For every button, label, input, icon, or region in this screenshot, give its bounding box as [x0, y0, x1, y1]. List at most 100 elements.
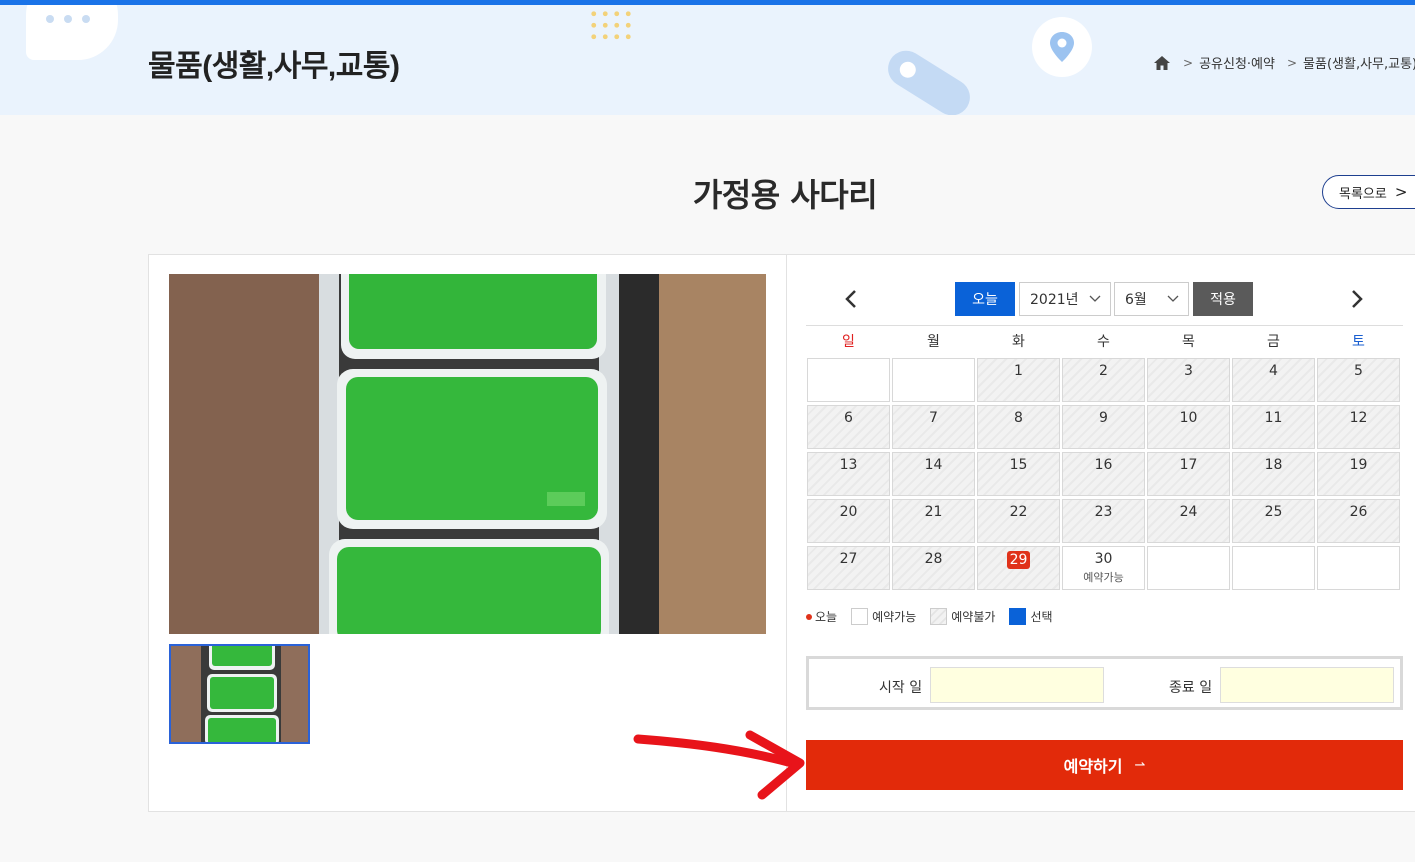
calendar-day: 17	[1147, 452, 1230, 496]
chevron-right-icon: >	[1394, 183, 1408, 201]
available-label: 예약가능	[1083, 571, 1124, 584]
today-button[interactable]: 오늘	[955, 282, 1015, 316]
calendar-empty-cell	[1317, 546, 1400, 590]
reserve-button[interactable]: 예약하기 ⇀	[806, 740, 1403, 790]
month-select-value: 6월	[1125, 292, 1147, 308]
legend-unavailable: 예약불가	[951, 610, 996, 624]
weekday-mon: 월	[927, 334, 940, 350]
year-select-value: 2021년	[1030, 292, 1079, 308]
day-number: 15	[1009, 457, 1028, 473]
date-range-box: 시작 일 종료 일	[806, 656, 1403, 710]
photo-thumbnail[interactable]	[169, 644, 310, 744]
calendar-day: 15	[977, 452, 1060, 496]
reserve-button-label: 예약하기	[1063, 757, 1123, 776]
item-title: 가정용 사다리	[692, 176, 878, 214]
day-number: 19	[1349, 457, 1368, 473]
back-to-list-button[interactable]: 목록으로 >	[1322, 175, 1415, 209]
weekday-tue: 화	[1012, 334, 1025, 350]
weekday-fri: 금	[1267, 334, 1280, 350]
day-number: 11	[1264, 410, 1283, 426]
chevron-down-icon	[1167, 295, 1179, 302]
calendar-day: 5	[1317, 358, 1400, 402]
day-number: 24	[1179, 504, 1198, 520]
chevron-down-icon	[1089, 295, 1101, 302]
calendar-empty-cell	[892, 358, 975, 402]
end-date-label: 종료 일	[1169, 680, 1213, 696]
calendar-day: 26	[1317, 499, 1400, 543]
calendar-empty-cell	[1147, 546, 1230, 590]
day-number: 21	[924, 504, 943, 520]
calendar-legend: 오늘 예약가능 예약불가 선택	[806, 608, 1067, 625]
calendar-day-today: 29	[977, 546, 1060, 590]
calendar-day: 7	[892, 405, 975, 449]
day-number: 2	[1099, 363, 1108, 379]
location-pin-icon	[1032, 17, 1092, 77]
calendar-header-line	[806, 325, 1403, 326]
calendar-day: 24	[1147, 499, 1230, 543]
legend-today: 오늘	[815, 610, 838, 624]
weekday-thu: 목	[1182, 334, 1195, 350]
calendar-day: 14	[892, 452, 975, 496]
day-number: 4	[1269, 363, 1278, 379]
day-number: 8	[1014, 410, 1023, 426]
weekday-sun: 일	[842, 334, 855, 350]
arrow-right-icon: ⇀	[1134, 757, 1146, 773]
dot-grid-decoration	[588, 8, 634, 42]
next-month-button[interactable]	[1342, 284, 1372, 314]
selected-swatch	[1009, 608, 1027, 625]
calendar-day: 22	[977, 499, 1060, 543]
end-date-field[interactable]	[1220, 667, 1394, 703]
day-number: 17	[1179, 457, 1198, 473]
day-number: 5	[1354, 363, 1363, 379]
day-number: 27	[839, 551, 858, 567]
calendar-day: 4	[1232, 358, 1315, 402]
breadcrumb-item-goods[interactable]: 물품(생활,사무,교통)	[1303, 53, 1415, 72]
prev-month-button[interactable]	[836, 284, 866, 314]
chevron-right-icon: >	[1183, 55, 1194, 70]
calendar-day: 10	[1147, 405, 1230, 449]
start-date-field[interactable]	[930, 667, 1104, 703]
day-number: 22	[1009, 504, 1028, 520]
home-icon[interactable]	[1153, 55, 1171, 71]
today-dot-icon	[806, 613, 812, 620]
weekday-sat: 토	[1352, 334, 1365, 350]
day-number: 12	[1349, 410, 1368, 426]
day-number: 14	[924, 457, 943, 473]
apply-button[interactable]: 적용	[1193, 282, 1253, 316]
breadcrumb-item-share-request[interactable]: 공유신청·예약	[1199, 53, 1275, 72]
calendar-day: 25	[1232, 499, 1315, 543]
calendar-day: 1	[977, 358, 1060, 402]
calendar-empty-cell	[1232, 546, 1315, 590]
calendar-day: 9	[1062, 405, 1145, 449]
chat-bubble-decoration	[26, 5, 118, 60]
panel-divider	[786, 254, 787, 812]
breadcrumb: > 공유신청·예약 > 물품(생활,사무,교통)	[1153, 53, 1415, 72]
legend-selected: 선택	[1030, 610, 1053, 624]
month-select[interactable]: 6월	[1114, 282, 1189, 316]
page-header-banner: 물품(생활,사무,교통) > 공유신청·예약 > 물품(생활,사무,교통)	[0, 5, 1415, 115]
tag-decoration	[881, 43, 977, 115]
day-number: 10	[1179, 410, 1198, 426]
item-photo	[169, 274, 766, 634]
calendar-day: 13	[807, 452, 890, 496]
calendar-day: 21	[892, 499, 975, 543]
year-select[interactable]: 2021년	[1019, 282, 1111, 316]
day-number: 16	[1094, 457, 1113, 473]
day-number: 30	[1094, 551, 1113, 567]
day-number: 13	[839, 457, 858, 473]
day-number: 1	[1014, 363, 1023, 379]
calendar-day: 16	[1062, 452, 1145, 496]
calendar-day: 3	[1147, 358, 1230, 402]
day-number: 3	[1184, 363, 1193, 379]
available-swatch	[851, 608, 869, 625]
calendar-day[interactable]: 30 예약가능	[1062, 546, 1145, 590]
chevron-right-icon	[1352, 290, 1363, 308]
day-number: 18	[1264, 457, 1283, 473]
chevron-right-icon: >	[1286, 55, 1298, 70]
day-number: 20	[839, 504, 858, 520]
day-number: 28	[924, 551, 943, 567]
day-number: 25	[1264, 504, 1283, 520]
calendar-day: 28	[892, 546, 975, 590]
calendar-day: 2	[1062, 358, 1145, 402]
calendar-day: 8	[977, 405, 1060, 449]
